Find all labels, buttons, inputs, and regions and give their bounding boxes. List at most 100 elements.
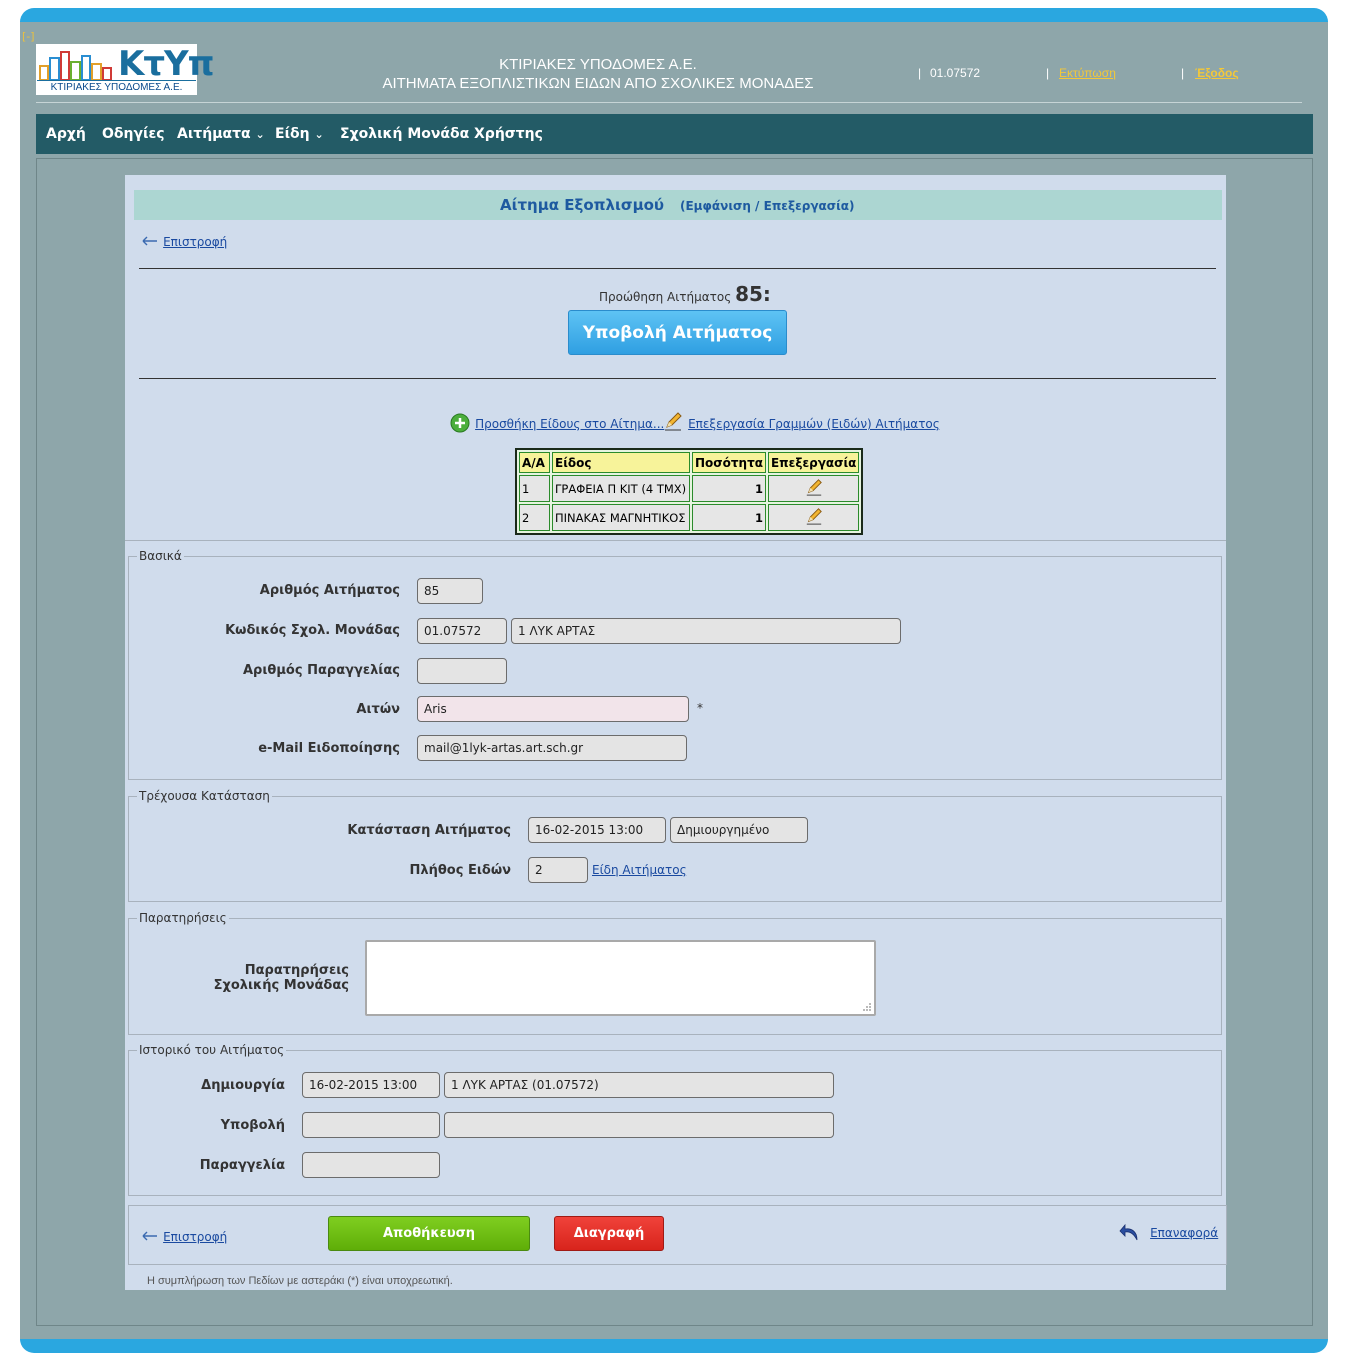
- back-link-top[interactable]: Επιστροφή: [142, 231, 227, 250]
- divider: [139, 378, 1216, 379]
- edit-lines-label: Επεξεργασία Γραμμών (Ειδών) Αιτήματος: [688, 417, 940, 431]
- submit-request-button[interactable]: Υποβολή Αιτήματος: [568, 310, 787, 355]
- pencil-icon: [665, 412, 682, 431]
- page-mode: (Εμφάνιση / Επεξεργασία): [680, 199, 855, 213]
- item-count-label: Πλήθος Ειδών: [409, 863, 512, 878]
- status-fieldset: Τρέχουσα Κατάσταση: [128, 789, 1222, 902]
- divider: [125, 540, 1226, 541]
- undo-arrow-icon: [1119, 1223, 1138, 1241]
- nav-school[interactable]: Σχολική Μονάδα: [340, 126, 469, 142]
- school-code-label: Κωδικός Σχολ. Μονάδας: [225, 623, 400, 638]
- row-edit-cell[interactable]: [767, 475, 860, 502]
- email-label: e-Mail Ειδοποίησης: [258, 741, 400, 756]
- table-row: 2 ΠΙΝΑΚΑΣ ΜΑΓΝΗΤΙΚΟΣ 1: [519, 504, 860, 531]
- divider: [139, 268, 1216, 269]
- row-number: 2: [519, 504, 550, 531]
- ordered-date-field[interactable]: [302, 1152, 440, 1178]
- created-by-field[interactable]: 1 ΛΥΚ ΑΡΤΑΣ (01.07572): [444, 1072, 834, 1098]
- app-title-line2: ΑΙΤΗΜΑΤΑ ΕΞΟΠΛΙΣΤΙΚΩΝ ΕΙΔΩΝ ΑΠΟ ΣΧΟΛΙΚΕΣ…: [382, 75, 814, 92]
- chevron-down-icon: ⌄: [314, 128, 324, 141]
- row-number: 1: [519, 475, 550, 502]
- row-edit-cell[interactable]: [767, 504, 860, 531]
- arrow-left-icon: [142, 1231, 157, 1241]
- state-date-field[interactable]: 16-02-2015 13:00: [528, 817, 666, 843]
- state-label: Κατάσταση Αιτήματος: [347, 823, 511, 838]
- column-header: Ποσότητα: [692, 452, 766, 473]
- nav-user[interactable]: Χρήστης: [474, 126, 543, 142]
- nav-requests-label: Αιτήματα: [177, 126, 251, 142]
- logo-subtitle: ΚΤΙΡΙΑΚΕΣ ΥΠΟΔΟΜΕΣ Α.Ε.: [37, 80, 196, 93]
- user-code: 01.07572: [930, 66, 981, 80]
- logo-buildings-icon: [39, 51, 112, 80]
- app-title: ΚΤΙΡΙΑΚΕΣ ΥΠΟΔΟΜΕΣ Α.Ε. ΑΙΤΗΜΑΤΑ ΕΞΟΠΛΙΣ…: [370, 55, 826, 93]
- item-count-field[interactable]: 2: [528, 857, 588, 883]
- order-number-field[interactable]: [417, 658, 507, 684]
- print-link[interactable]: Εκτύπωση: [1059, 66, 1116, 80]
- ordered-label: Παραγγελία: [199, 1158, 285, 1173]
- email-field[interactable]: mail@1lyk-artas.art.sch.gr: [417, 735, 687, 761]
- school-code-field[interactable]: 01.07572: [417, 618, 507, 644]
- actions-bar: [128, 1205, 1227, 1265]
- nav-guide[interactable]: Οδηγίες: [102, 126, 165, 142]
- promote-label: Προώθηση Αιτήματος: [599, 290, 732, 304]
- chevron-down-icon: ⌄: [255, 128, 265, 141]
- request-number-field[interactable]: 85: [417, 578, 483, 604]
- back-link-bottom[interactable]: Επιστροφή: [142, 1226, 227, 1245]
- items-table: Α/Α Είδος Ποσότητα Επεξεργασία 1 ΓΡΑΦΕΙΑ…: [515, 448, 864, 535]
- history-legend: Ιστορικό του Αιτήματος: [139, 1043, 285, 1057]
- save-button[interactable]: Αποθήκευση: [328, 1216, 530, 1251]
- nav-home[interactable]: Αρχή: [46, 126, 86, 142]
- submitted-date-field[interactable]: [302, 1112, 440, 1138]
- back-link-label: Επιστροφή: [163, 235, 228, 249]
- add-item-link[interactable]: Προσθήκη Είδους στο Αίτημα...: [450, 413, 664, 437]
- row-quantity: 1: [692, 504, 766, 531]
- promote-caption: Προώθηση Αιτήματος 85:: [599, 282, 771, 306]
- remarks-textarea[interactable]: [365, 940, 876, 1016]
- request-number-label: Αριθμός Αιτήματος: [259, 583, 400, 598]
- delete-button[interactable]: Διαγραφή: [554, 1216, 664, 1251]
- column-header: Επεξεργασία: [767, 452, 860, 473]
- add-item-label: Προσθήκη Είδους στο Αίτημα...: [475, 417, 665, 431]
- pencil-icon[interactable]: [805, 478, 823, 496]
- created-date-field[interactable]: 16-02-2015 13:00: [302, 1072, 440, 1098]
- nav-items[interactable]: Είδη ⌄: [275, 126, 324, 142]
- logo-text: ΚτΥπ: [118, 44, 215, 84]
- back-link-label: Επιστροφή: [163, 1230, 228, 1244]
- order-number-label: Αριθμός Παραγγελίας: [242, 663, 400, 678]
- nav-items-label: Είδη: [275, 126, 310, 142]
- requester-label: Αιτών: [356, 702, 400, 717]
- collapse-toggle[interactable]: [-]: [22, 30, 35, 43]
- table-header-row: Α/Α Είδος Ποσότητα Επεξεργασία: [519, 452, 860, 473]
- nav-requests[interactable]: Αιτήματα ⌄: [177, 126, 265, 142]
- created-label: Δημιουργία: [201, 1078, 285, 1093]
- arrow-left-icon: [142, 236, 157, 246]
- status-legend: Τρέχουσα Κατάσταση: [139, 789, 270, 803]
- school-name-field[interactable]: 1 ΛΥΚ ΑΡΤΑΣ: [511, 618, 901, 644]
- logo: ΚτΥπ ΚΤΙΡΙΑΚΕΣ ΥΠΟΔΟΜΕΣ Α.Ε.: [36, 44, 215, 95]
- basic-legend: Βασικά: [139, 549, 182, 563]
- exit-link[interactable]: Έξοδος: [1195, 66, 1239, 80]
- request-items-link[interactable]: Είδη Αιτήματος: [592, 863, 687, 877]
- remarks-legend: Παρατηρήσεις: [139, 911, 227, 925]
- row-item: ΓΡΑΦΕΙΑ Π ΚΙΤ (4 ΤΜΧ): [552, 475, 690, 502]
- header-separator: |: [1046, 66, 1050, 80]
- column-header: Είδος: [552, 452, 690, 473]
- main-nav: Αρχή Οδηγίες Αιτήματα ⌄ Είδη ⌄ Σχολική Μ…: [36, 114, 1313, 154]
- reset-link[interactable]: Επαναφορά: [1119, 1222, 1218, 1246]
- promote-number: 85:: [735, 282, 771, 306]
- submitted-label: Υποβολή: [220, 1118, 285, 1133]
- page-titlebar: Αίτημα Εξοπλισμού (Εμφάνιση / Επεξεργασί…: [134, 190, 1222, 220]
- table-row: 1 ΓΡΑΦΕΙΑ Π ΚΙΤ (4 ΤΜΧ) 1: [519, 475, 860, 502]
- pencil-icon[interactable]: [805, 507, 823, 525]
- resize-handle-icon[interactable]: [862, 1002, 872, 1012]
- remarks-label-line1: Παρατηρήσεις: [244, 963, 349, 978]
- header-separator: |: [1181, 66, 1185, 80]
- header-divider: [36, 102, 1302, 103]
- required-note: Η συμπλήρωση των Πεδίων με αστεράκι (*) …: [147, 1275, 453, 1287]
- column-header: Α/Α: [519, 452, 550, 473]
- edit-lines-link[interactable]: Επεξεργασία Γραμμών (Ειδών) Αιτήματος: [663, 411, 940, 435]
- requester-input[interactable]: Aris: [417, 696, 689, 722]
- submitted-by-field[interactable]: [444, 1112, 834, 1138]
- state-value-field[interactable]: Δημιουργημένο: [670, 817, 808, 843]
- reset-label: Επαναφορά: [1150, 1226, 1219, 1240]
